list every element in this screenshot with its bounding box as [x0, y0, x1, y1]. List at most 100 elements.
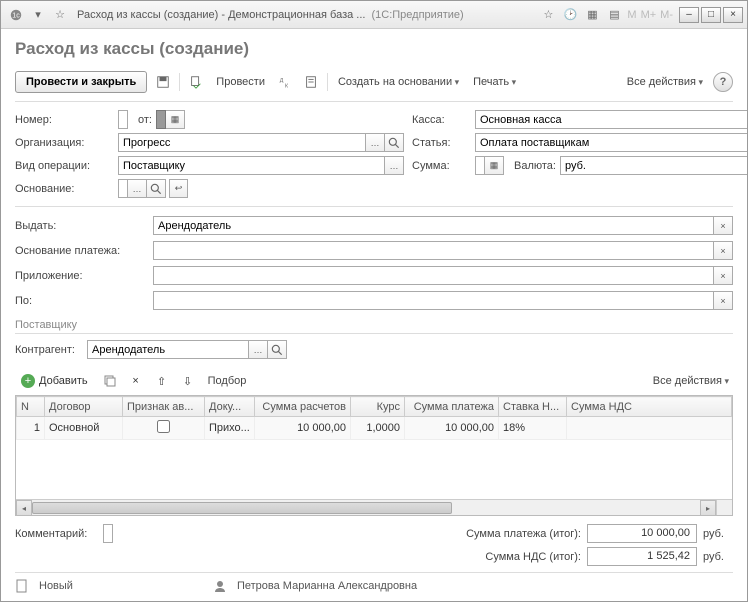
- select-icon[interactable]: …: [366, 133, 385, 152]
- col-paysum[interactable]: Сумма платежа: [405, 397, 499, 417]
- scroll-left-icon[interactable]: ◂: [16, 500, 32, 516]
- help-button[interactable]: ?: [713, 72, 733, 92]
- table-toolbar: + Добавить × ⇧ ⇩ Подбор Все действия: [15, 367, 733, 395]
- document-state: Новый: [39, 580, 73, 592]
- clear-icon[interactable]: ×: [714, 266, 733, 285]
- optype-label: Вид операции:: [15, 160, 110, 172]
- open-icon[interactable]: [147, 179, 166, 198]
- calendar-picker-icon[interactable]: ▦: [166, 110, 185, 129]
- article-label: Статья:: [412, 137, 467, 149]
- org-input[interactable]: [118, 133, 366, 152]
- kassa-input[interactable]: [475, 110, 747, 129]
- scrollbar-thumb[interactable]: [32, 502, 452, 514]
- table-row[interactable]: 1 Основной Прихо... 10 000,00 1,0000 10 …: [17, 417, 732, 440]
- select-icon[interactable]: …: [128, 179, 147, 198]
- issue-input[interactable]: [153, 216, 714, 235]
- select-icon[interactable]: …: [249, 340, 268, 359]
- sum-label: Сумма:: [412, 160, 467, 172]
- post-icon[interactable]: [186, 72, 206, 92]
- col-vatrate[interactable]: Ставка Н...: [499, 397, 567, 417]
- minimize-button[interactable]: –: [679, 7, 699, 23]
- memory-m[interactable]: M: [627, 9, 636, 21]
- titlebar: 1c ▾ ☆ Расход из кассы (создание) - Демо…: [1, 1, 747, 29]
- document-status-icon: [15, 579, 29, 593]
- vat-total-value: 1 525,42: [587, 547, 697, 566]
- print-menu[interactable]: Печать: [469, 73, 520, 91]
- memory-mplus[interactable]: M+: [641, 9, 657, 21]
- by-input[interactable]: [153, 291, 714, 310]
- currency-input[interactable]: [560, 156, 747, 175]
- col-rate[interactable]: Курс: [351, 397, 405, 417]
- col-vatsum[interactable]: Сумма НДС: [567, 397, 732, 417]
- table-all-actions-menu[interactable]: Все действия: [649, 372, 733, 390]
- close-button[interactable]: ×: [723, 7, 743, 23]
- star-icon[interactable]: ☆: [51, 6, 69, 24]
- open-icon[interactable]: [268, 340, 287, 359]
- back-arrow-icon[interactable]: ↩: [169, 179, 188, 198]
- contragent-input[interactable]: [87, 340, 249, 359]
- calc-picker-icon[interactable]: ▦: [485, 156, 504, 175]
- col-advance[interactable]: Признак ав...: [123, 397, 205, 417]
- copy-row-icon[interactable]: [100, 371, 120, 391]
- calendar-icon[interactable]: ▤: [605, 6, 623, 24]
- vat-total-unit: руб.: [703, 551, 733, 563]
- supplier-section-label: Поставщику: [15, 313, 733, 333]
- attachment-input[interactable]: [153, 266, 714, 285]
- post-button[interactable]: Провести: [212, 73, 269, 91]
- all-actions-menu[interactable]: Все действия: [623, 73, 707, 91]
- horizontal-scrollbar[interactable]: ◂ ▸: [16, 499, 716, 515]
- user-icon: [213, 579, 227, 593]
- sum-input[interactable]: [475, 156, 485, 175]
- comment-input[interactable]: [103, 524, 113, 543]
- save-icon[interactable]: [153, 72, 173, 92]
- issue-label: Выдать:: [15, 220, 145, 232]
- favorite-icon[interactable]: ☆: [539, 6, 557, 24]
- post-and-close-button[interactable]: Провести и закрыть: [15, 71, 147, 93]
- optype-input[interactable]: [118, 156, 385, 175]
- pay-total-unit: руб.: [703, 528, 733, 540]
- article-input[interactable]: [475, 133, 747, 152]
- delete-row-icon[interactable]: ×: [126, 371, 146, 391]
- by-label: По:: [15, 295, 145, 307]
- number-input[interactable]: [118, 110, 128, 129]
- clear-icon[interactable]: ×: [714, 241, 733, 260]
- basis-input[interactable]: [118, 179, 128, 198]
- clear-icon[interactable]: ×: [714, 291, 733, 310]
- page-title: Расход из кассы (создание): [15, 39, 733, 59]
- number-label: Номер:: [15, 114, 110, 126]
- plus-icon: +: [21, 374, 35, 388]
- col-doc[interactable]: Доку...: [205, 397, 255, 417]
- svg-text:1c: 1c: [12, 12, 20, 19]
- advance-checkbox[interactable]: [157, 420, 170, 433]
- user-name: Петрова Марианна Александровна: [237, 580, 417, 592]
- payment-basis-input[interactable]: [153, 241, 714, 260]
- vat-total-label: Сумма НДС (итог):: [485, 551, 581, 563]
- statusbar: Новый Петрова Марианна Александровна: [15, 572, 733, 595]
- date-input[interactable]: [156, 110, 166, 129]
- clear-icon[interactable]: ×: [714, 216, 733, 235]
- dropdown-icon[interactable]: ▾: [29, 6, 47, 24]
- history-icon[interactable]: 🕑: [561, 6, 579, 24]
- window-title: Расход из кассы (создание) - Демонстраци…: [77, 9, 365, 21]
- col-n[interactable]: N: [17, 397, 45, 417]
- report-icon[interactable]: [301, 72, 321, 92]
- move-down-icon[interactable]: ⇩: [178, 371, 198, 391]
- attachment-label: Приложение:: [15, 270, 145, 282]
- main-toolbar: Провести и закрыть Провести ДК Создать н…: [15, 67, 733, 102]
- memory-mminus[interactable]: M-: [660, 9, 673, 21]
- scroll-right-icon[interactable]: ▸: [700, 500, 716, 516]
- create-based-menu[interactable]: Создать на основании: [334, 73, 463, 91]
- maximize-button[interactable]: □: [701, 7, 721, 23]
- select-icon[interactable]: …: [385, 156, 404, 175]
- calc-icon[interactable]: ▦: [583, 6, 601, 24]
- contragent-label: Контрагент:: [15, 344, 81, 356]
- svg-text:К: К: [285, 83, 289, 89]
- col-calcsum[interactable]: Сумма расчетов: [255, 397, 351, 417]
- svg-text:Д: Д: [280, 78, 284, 84]
- dt-kt-icon[interactable]: ДК: [275, 72, 295, 92]
- selection-button[interactable]: Подбор: [204, 372, 251, 390]
- add-row-button[interactable]: + Добавить: [15, 372, 94, 390]
- move-up-icon[interactable]: ⇧: [152, 371, 172, 391]
- col-contract[interactable]: Договор: [45, 397, 123, 417]
- open-icon[interactable]: [385, 133, 404, 152]
